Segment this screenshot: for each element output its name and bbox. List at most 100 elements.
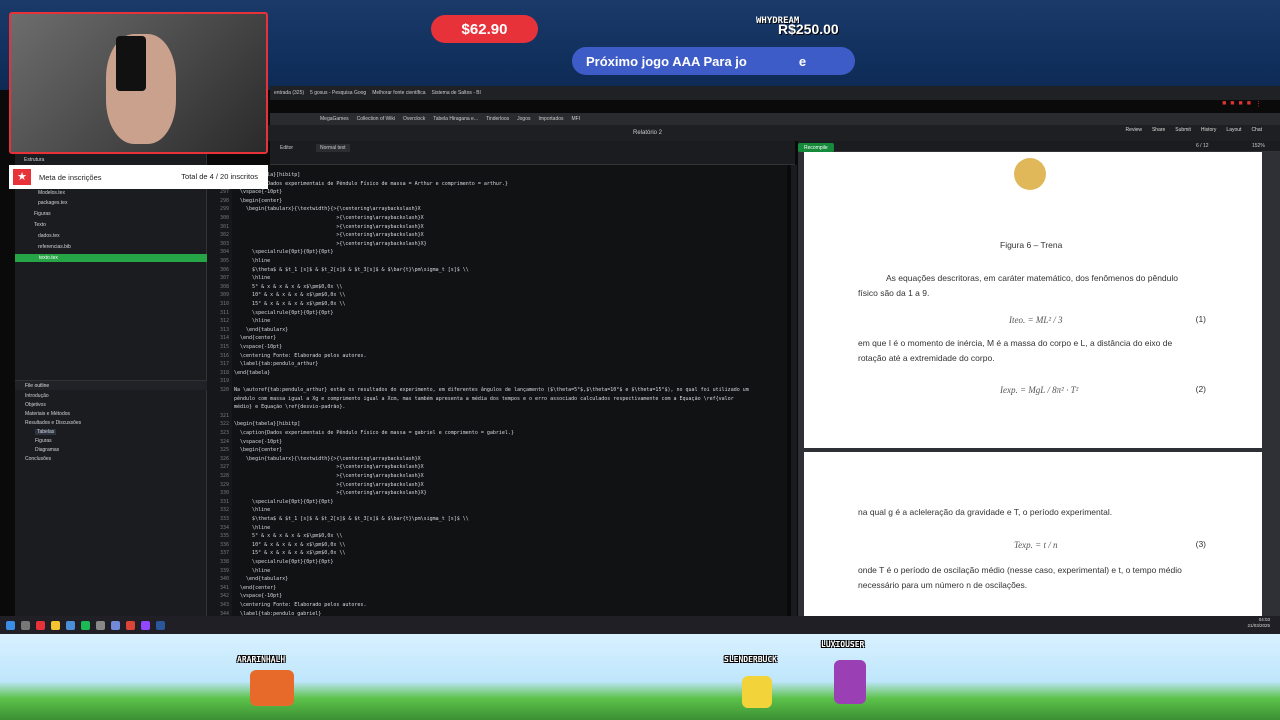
folder-estrutura[interactable]: Estrutura <box>24 157 44 163</box>
file-packages[interactable]: packages.tex <box>38 200 67 206</box>
code-line[interactable]: >{\centering\arraybackslash}X} <box>234 241 426 247</box>
code-line[interactable]: \centering Fonte: Elaborado pelos autore… <box>234 602 366 608</box>
code-line[interactable]: \end{tabularx} <box>234 576 288 582</box>
file-dados[interactable]: dados.tex <box>38 233 60 239</box>
code-line[interactable]: $\theta$ & $t_1 [s]$ & $t_2[s]$ & $t_3[s… <box>234 267 469 273</box>
code-line[interactable]: 5° & x & x & x & x$\pm$0,0x \\ <box>234 533 342 539</box>
outline-item[interactable]: Diagramas <box>35 447 59 453</box>
bookmark[interactable]: Jogos <box>517 116 530 122</box>
code-line[interactable]: \end{tabela} <box>234 370 270 376</box>
code-line[interactable]: \label{tab:pendulo_arthur} <box>234 361 318 367</box>
file-outline-header[interactable]: File outline <box>15 380 207 390</box>
recompile-button[interactable]: Recompile <box>798 143 834 152</box>
browser-tab[interactable]: 5 gosus - Pesquisa Goog <box>310 90 366 96</box>
code-line[interactable]: \hline <box>234 525 270 531</box>
search-icon[interactable] <box>21 620 30 630</box>
file-referencias[interactable]: referencias.bib <box>38 244 71 250</box>
bookmark[interactable]: Overclock <box>403 116 425 122</box>
bookmark[interactable]: MegaGames <box>320 116 349 122</box>
code-line[interactable]: pêndulo com massa igual a Xg e comprimen… <box>234 396 734 402</box>
review-button[interactable]: Review <box>1126 127 1142 133</box>
code-line[interactable]: \hline <box>234 568 270 574</box>
code-line[interactable]: \hline <box>234 275 270 281</box>
outline-item[interactable]: Figuras <box>35 438 52 444</box>
code-line[interactable]: \end{center} <box>234 585 276 591</box>
browser-tab-strip[interactable]: entrada (325) 5 gosus - Pesquisa Goog Me… <box>270 86 1280 100</box>
file-texto-selected[interactable]: texto.tex <box>15 254 207 262</box>
browser-tab[interactable]: entrada (325) <box>274 90 304 96</box>
code-line[interactable]: 15° & x & x & x & x$\pm$0,0x \\ <box>234 550 345 556</box>
code-line[interactable]: 10° & x & x & x & x$\pm$0,0x \\ <box>234 292 345 298</box>
code-line[interactable]: \vspace{-10pt} <box>234 189 282 195</box>
code-line[interactable]: \caption{Dados experimentais de Pêndulo … <box>234 181 508 187</box>
code-line[interactable]: >{\centering\arraybackslash}X <box>234 482 423 488</box>
code-line[interactable]: $\theta$ & $t_1 [s]$ & $t_2[s]$ & $t_3[s… <box>234 516 469 522</box>
extension-icon[interactable]: ■ <box>1222 100 1226 108</box>
code-line[interactable]: >{\centering\arraybackslash}X <box>234 473 423 479</box>
bookmark[interactable]: MFI <box>572 116 581 122</box>
code-line[interactable]: Na \autoref{tab:pendulo_arthur} estão os… <box>234 387 749 393</box>
code-line[interactable]: \begin{tabela}[hibitp] <box>234 421 300 427</box>
folder-texto[interactable]: Texto <box>34 222 46 228</box>
code-line[interactable]: \caption{Dados experimentais de Pêndulo … <box>234 430 514 436</box>
file-modelos[interactable]: Modelos.tex <box>38 190 65 196</box>
code-line[interactable]: >{\centering\arraybackslash}X <box>234 464 423 470</box>
editor-mode-label[interactable]: Editor <box>280 145 293 151</box>
code-line[interactable]: 15° & x & x & x & x$\pm$0,0x \\ <box>234 301 345 307</box>
browser-tab[interactable]: Melhorar fonte científica <box>372 90 425 96</box>
page-indicator[interactable]: 6 / 12 <box>1196 143 1209 149</box>
code-line[interactable]: \end{tabularx} <box>234 327 288 333</box>
code-line[interactable]: \begin{center} <box>234 198 282 204</box>
code-editor[interactable]: \begin{tabela}[hibitp] \caption{Dados ex… <box>232 165 787 616</box>
outline-item[interactable]: Materiais e Métodos <box>25 411 70 417</box>
code-line[interactable]: \vspace{-10pt} <box>234 593 282 599</box>
extension-icon[interactable]: ■ <box>1230 100 1234 108</box>
code-line[interactable]: \begin{center} <box>234 447 282 453</box>
outline-item[interactable]: Conclusões <box>25 456 51 462</box>
code-line[interactable]: \specialrule{0pt}{0pt}{0pt} <box>234 499 333 505</box>
app-icon[interactable] <box>66 620 75 630</box>
bookmark[interactable]: Collection of Wiki <box>357 116 395 122</box>
settings-icon[interactable] <box>96 620 105 630</box>
code-line[interactable]: \hline <box>234 258 270 264</box>
word-icon[interactable] <box>156 620 165 630</box>
chat-button[interactable]: Chat <box>1251 127 1262 133</box>
code-line[interactable]: 10° & x & x & x & x$\pm$0,0x \\ <box>234 542 345 548</box>
bookmark[interactable]: Importados <box>539 116 564 122</box>
menu-icon[interactable]: ⋮ <box>1255 100 1262 108</box>
code-line[interactable]: >{\centering\arraybackslash}X} <box>234 490 426 496</box>
system-clock[interactable]: 04:03 21/03/2025 <box>1247 617 1270 629</box>
code-line[interactable]: \hline <box>234 507 270 513</box>
app-icon[interactable] <box>36 620 45 630</box>
folder-icon[interactable] <box>51 620 60 630</box>
layout-button[interactable]: Layout <box>1226 127 1241 133</box>
pdf-preview[interactable]: Figura 6 – Trena As equações descritoras… <box>798 152 1280 616</box>
text-style-select[interactable]: Normal text <box>316 144 350 152</box>
code-line[interactable]: \begin{tabularx}{\textwidth}{>{\centerin… <box>234 206 421 212</box>
extension-icon[interactable]: ■ <box>1247 100 1251 108</box>
app-icon[interactable] <box>141 620 150 630</box>
code-line[interactable]: \specialrule{0pt}{0pt}{0pt} <box>234 310 333 316</box>
discord-icon[interactable] <box>111 620 120 630</box>
outline-item[interactable]: Introdução <box>25 393 49 399</box>
extension-icon[interactable]: ■ <box>1239 100 1243 108</box>
code-line[interactable]: \centering Fonte: Elaborado pelos autore… <box>234 353 366 359</box>
spotify-icon[interactable] <box>81 620 90 630</box>
code-line[interactable]: \vspace{-10pt} <box>234 439 282 445</box>
code-line[interactable]: \begin{tabularx}{\textwidth}{>{\centerin… <box>234 456 421 462</box>
code-line[interactable]: >{\centering\arraybackslash}X <box>234 224 423 230</box>
submit-button[interactable]: Submit <box>1175 127 1191 133</box>
code-line[interactable]: >{\centering\arraybackslash}X <box>234 215 423 221</box>
code-line[interactable]: \end{center} <box>234 335 276 341</box>
code-line[interactable]: médio} e Equação \ref{desvio-padrão}. <box>234 404 345 410</box>
start-icon[interactable] <box>6 620 15 630</box>
editor-scrollbar[interactable] <box>791 165 797 616</box>
code-line[interactable]: >{\centering\arraybackslash}X <box>234 232 423 238</box>
history-button[interactable]: History <box>1201 127 1217 133</box>
code-line[interactable]: \specialrule{0pt}{0pt}{0pt} <box>234 249 333 255</box>
extension-icons[interactable]: ■ ■ ■ ■ ⋮ <box>1222 100 1262 108</box>
outline-item[interactable]: Tabelas <box>35 429 57 435</box>
code-line[interactable]: \specialrule{0pt}{0pt}{0pt} <box>234 559 333 565</box>
chrome-icon[interactable] <box>126 620 135 630</box>
outline-item[interactable]: Objetivos <box>25 402 46 408</box>
